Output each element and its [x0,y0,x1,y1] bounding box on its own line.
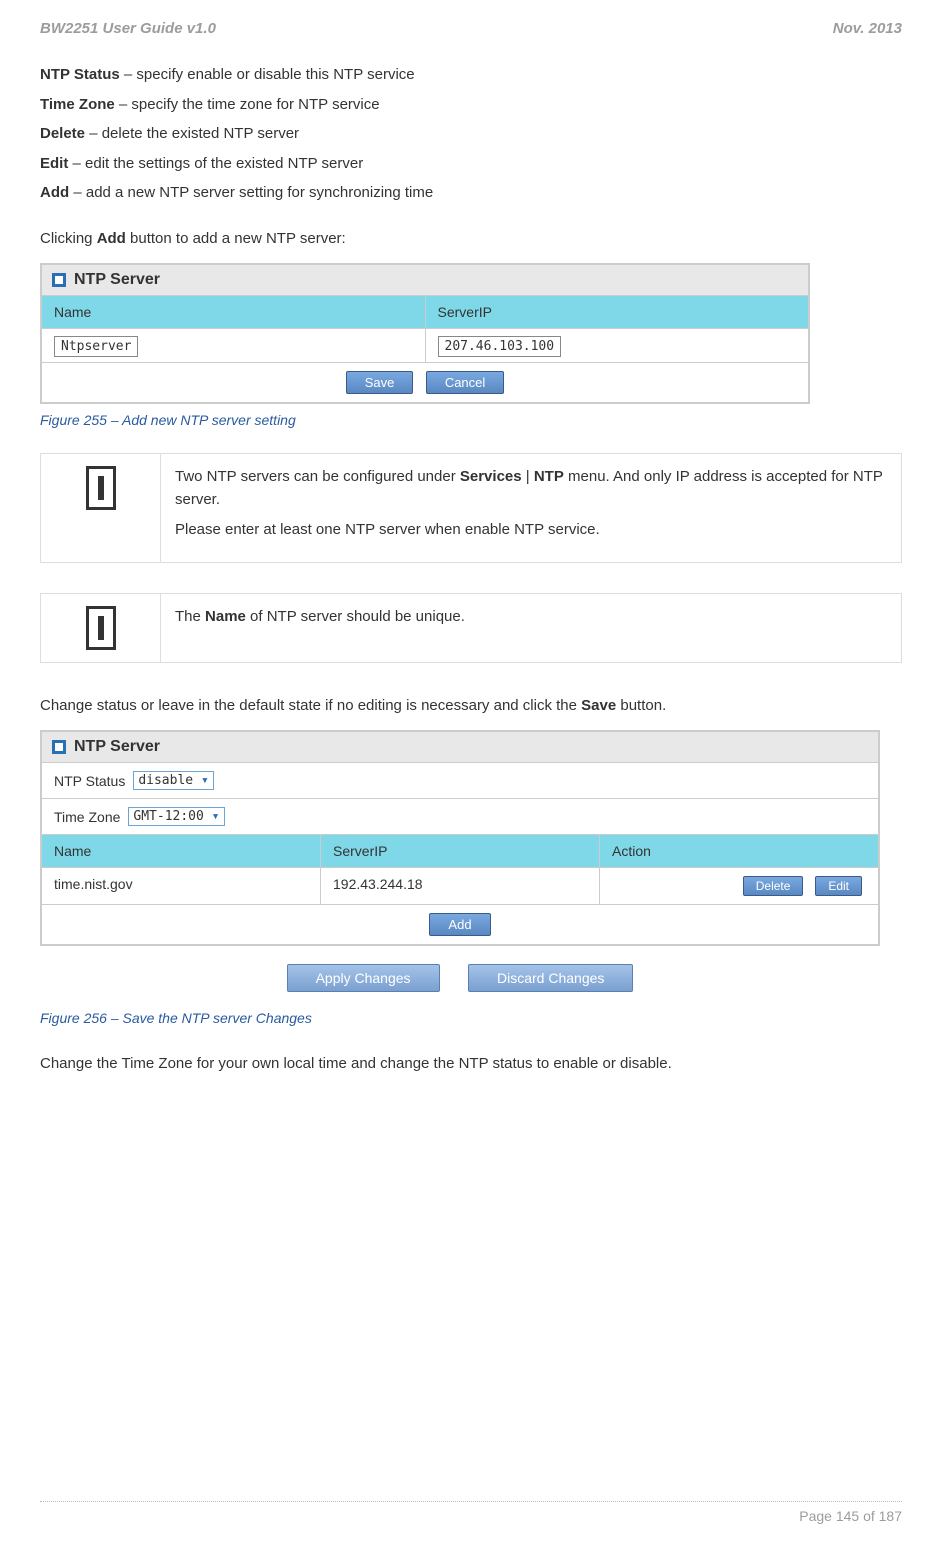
name-header: Name [42,835,321,868]
note1-line1: Two NTP servers can be configured under … [175,466,887,511]
page-footer: Page 145 of 187 [40,1501,902,1524]
note1-line2: Please enter at least one NTP server whe… [175,519,887,542]
def-delete: Delete – delete the existed NTP server [40,121,902,147]
change-tz-text: Change the Time Zone for your own local … [40,1051,902,1077]
def-edit: Edit – edit the settings of the existed … [40,151,902,177]
apply-changes-button[interactable]: Apply Changes [287,964,440,992]
panel-header: NTP Server [42,265,808,296]
click-add-text: Clicking Add button to add a new NTP ser… [40,226,902,252]
definitions-block: NTP Status – specify enable or disable t… [40,62,902,206]
page-number: Page 145 of 187 [40,1508,902,1524]
add-button[interactable]: Add [429,913,490,936]
chevron-down-icon: ▾ [201,773,209,788]
def-ntp-status: NTP Status – specify enable or disable t… [40,62,902,88]
panel-icon [52,740,66,754]
figure-255-caption: Figure 255 – Add new NTP server setting [40,412,902,428]
button-row: Save Cancel [42,363,808,402]
add-row: Add [42,905,878,944]
server-actions: Delete Edit [600,868,878,905]
note-unique-name: The Name of NTP server should be unique. [40,593,902,663]
doc-title: BW2251 User Guide v1.0 [40,20,216,37]
def-add: Add – add a new NTP server setting for s… [40,180,902,206]
panel-icon [52,273,66,287]
server-ip: 192.43.244.18 [321,868,600,905]
info-icon [86,466,116,510]
name-header: Name [42,296,426,329]
change-status-text: Change status or leave in the default st… [40,693,902,719]
discard-changes-button[interactable]: Discard Changes [468,964,633,992]
input-row: Ntpserver 207.46.103.100 [42,329,808,363]
screenshot-add-ntp: NTP Server Name ServerIP Ntpserver 207.4… [40,263,810,404]
panel-header: NTP Server [42,732,878,763]
column-headers: Name ServerIP [42,296,808,329]
column-headers: Name ServerIP Action [42,835,878,868]
chevron-down-icon: ▾ [212,809,220,824]
save-button[interactable]: Save [346,371,414,394]
panel-title: NTP Server [74,271,160,289]
ip-input[interactable]: 207.46.103.100 [438,336,562,357]
server-row: time.nist.gov 192.43.244.18 Delete Edit [42,868,878,905]
time-zone-row: Time Zone GMT-12:00 ▾ [42,799,878,835]
time-zone-label: Time Zone [54,809,120,825]
info-icon [86,606,116,650]
footer-divider [40,1501,902,1502]
time-zone-select[interactable]: GMT-12:00 ▾ [128,807,224,826]
ntp-status-row: NTP Status disable ▾ [42,763,878,799]
server-name: time.nist.gov [42,868,321,905]
apply-discard-row: Apply Changes Discard Changes [40,954,880,1002]
action-header: Action [600,835,878,868]
ip-header: ServerIP [321,835,600,868]
panel-title: NTP Server [74,738,160,756]
note2-text: The Name of NTP server should be unique. [175,606,887,629]
screenshot-ntp-list: NTP Server NTP Status disable ▾ Time Zon… [40,730,880,946]
def-time-zone: Time Zone – specify the time zone for NT… [40,92,902,118]
edit-button[interactable]: Edit [815,876,862,896]
delete-button[interactable]: Delete [743,876,804,896]
ntp-status-label: NTP Status [54,773,125,789]
name-input[interactable]: Ntpserver [54,336,138,357]
doc-date: Nov. 2013 [833,20,902,37]
ip-header: ServerIP [426,296,809,329]
cancel-button[interactable]: Cancel [426,371,504,394]
doc-header: BW2251 User Guide v1.0 Nov. 2013 [40,20,902,37]
note-two-servers: Two NTP servers can be configured under … [40,453,902,563]
ntp-status-select[interactable]: disable ▾ [133,771,213,790]
figure-256-caption: Figure 256 – Save the NTP server Changes [40,1010,902,1026]
